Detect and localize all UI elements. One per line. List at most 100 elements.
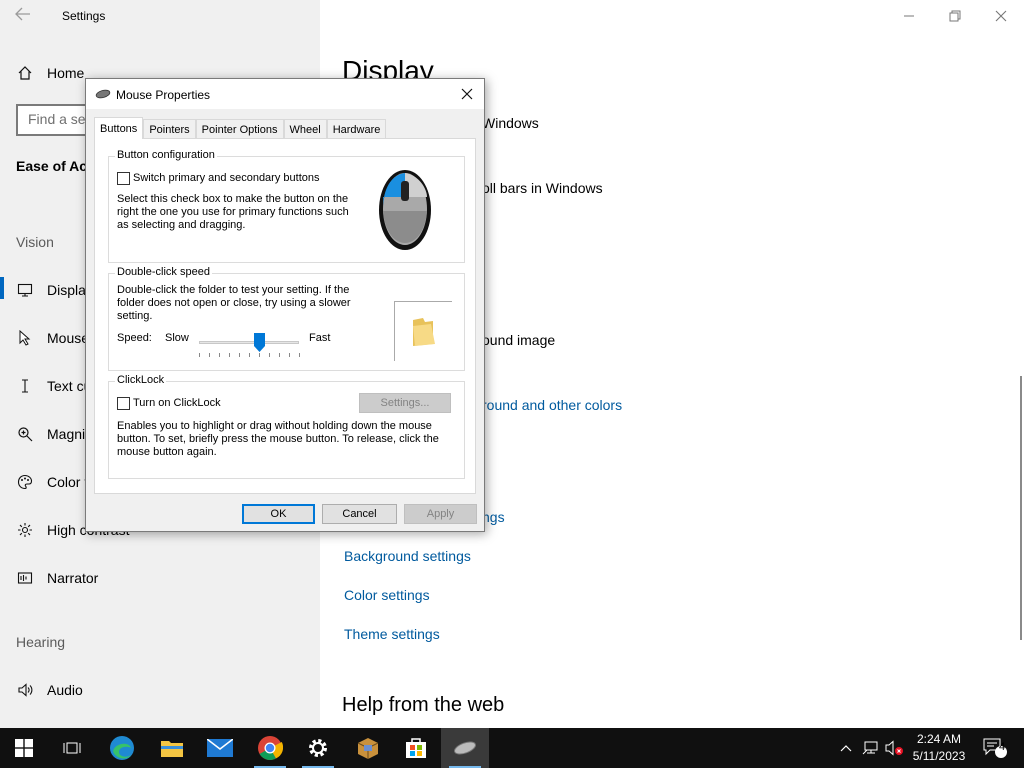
slider-tick	[209, 353, 210, 357]
apply-button[interactable]: Apply	[404, 504, 477, 524]
tab-pointer-options[interactable]: Pointer Options	[195, 119, 284, 139]
sidebar-item-display[interactable]: Display	[16, 281, 93, 299]
switch-buttons-label[interactable]: Switch primary and secondary buttons	[133, 172, 319, 185]
sidebar-item-narrator[interactable]: Narrator	[16, 569, 98, 587]
main-text-3: ound image	[482, 332, 556, 348]
folder-icon	[413, 318, 435, 346]
high-contrast-icon	[16, 521, 34, 539]
link-background-settings[interactable]: Background settings	[344, 548, 471, 564]
app-taskbar-button[interactable]	[344, 728, 392, 768]
back-arrow-icon[interactable]	[14, 5, 34, 27]
chrome-taskbar-button[interactable]	[246, 728, 294, 768]
taskbar-clock[interactable]: 2:24 AM 5/11/2023	[906, 731, 972, 765]
dialog-titlebar[interactable]: Mouse Properties	[86, 79, 484, 109]
windows-logo-icon	[15, 739, 33, 757]
section-vision: Vision	[16, 234, 54, 250]
close-icon	[995, 10, 1007, 22]
double-click-desc-1: Double-click the folder to test your set…	[117, 284, 350, 296]
notification-count: 4	[998, 741, 1006, 753]
network-icon	[862, 741, 878, 755]
double-click-desc-3: setting.	[117, 310, 153, 322]
double-click-desc-2: folder does not open or close, try using…	[117, 297, 351, 309]
network-button[interactable]	[860, 728, 882, 768]
clicklock-checkbox[interactable]	[117, 397, 130, 410]
tab-wheel[interactable]: Wheel	[283, 119, 327, 139]
tab-buttons[interactable]: Buttons	[94, 117, 144, 139]
notifications-button[interactable]: 4	[980, 728, 1010, 768]
test-folder-area[interactable]	[394, 301, 452, 361]
fast-label: Fast	[309, 332, 331, 344]
sidebar-item-label: Home	[47, 65, 85, 81]
scrollbar[interactable]	[1020, 376, 1022, 640]
mail-taskbar-button[interactable]	[196, 728, 244, 768]
main-link-partial-2[interactable]: ngs	[482, 509, 505, 525]
group-title: Button configuration	[115, 149, 217, 161]
slider-tick	[249, 353, 250, 357]
clock-date: 5/11/2023	[912, 749, 966, 763]
link-color-settings[interactable]: Color settings	[344, 587, 430, 603]
slider-tick	[299, 353, 300, 357]
settings-taskbar-button[interactable]	[294, 728, 342, 768]
magnifier-icon	[16, 425, 34, 443]
sidebar-item-home[interactable]: Home	[16, 64, 84, 82]
clicklock-settings-button[interactable]: Settings...	[359, 393, 451, 413]
cancel-button[interactable]: Cancel	[322, 504, 397, 524]
speed-slider-thumb[interactable]	[253, 333, 265, 352]
close-icon	[461, 88, 473, 100]
clicklock-label[interactable]: Turn on ClickLock	[133, 397, 221, 410]
restore-button[interactable]	[932, 4, 978, 28]
mouse-properties-taskbar-button[interactable]	[441, 728, 489, 768]
file-explorer-taskbar-button[interactable]	[148, 728, 196, 768]
minimize-icon	[904, 15, 914, 17]
start-button[interactable]	[0, 728, 48, 768]
gear-icon	[309, 739, 327, 757]
color-filters-icon	[16, 473, 34, 491]
tab-pointers[interactable]: Pointers	[143, 119, 196, 139]
dialog-title: Mouse Properties	[116, 88, 211, 102]
slider-tick	[289, 353, 290, 357]
dialog-close-button[interactable]	[454, 82, 480, 106]
selection-indicator	[0, 277, 4, 299]
app-title: Settings	[62, 9, 106, 23]
section-hearing: Hearing	[16, 634, 66, 650]
link-theme-settings[interactable]: Theme settings	[344, 626, 440, 642]
tab-strip: Buttons Pointers Pointer Options Wheel H…	[94, 117, 387, 139]
store-taskbar-button[interactable]	[392, 728, 440, 768]
sidebar-item-audio[interactable]: Audio	[16, 681, 83, 699]
home-icon	[16, 64, 34, 82]
chrome-icon	[258, 736, 283, 761]
clicklock-desc-2: button. To set, briefly press the mouse …	[117, 433, 439, 445]
slider-tick	[219, 353, 220, 357]
volume-button[interactable]	[884, 728, 906, 768]
slow-label: Slow	[165, 332, 189, 344]
speed-slider-track[interactable]	[199, 341, 299, 344]
show-hidden-icons-button[interactable]	[836, 728, 856, 768]
mail-icon	[207, 739, 233, 757]
button-config-desc-1: Select this check box to make the button…	[117, 193, 349, 205]
slider-tick	[269, 353, 270, 357]
slider-tick	[259, 353, 260, 357]
volume-muted-icon	[885, 740, 903, 756]
restore-icon	[949, 10, 961, 22]
main-link-partial-1[interactable]: round and other colors	[482, 397, 622, 413]
close-window-button[interactable]	[978, 4, 1024, 28]
ok-button[interactable]: OK	[242, 504, 315, 524]
taskbar: 2:24 AM 5/11/2023 4	[0, 728, 1024, 768]
edge-taskbar-button[interactable]	[98, 728, 146, 768]
help-title: Help from the web	[342, 694, 505, 716]
sidebar-item-label: Narrator	[47, 570, 99, 586]
slider-tick	[239, 353, 240, 357]
mouse-icon	[95, 89, 111, 99]
speed-label: Speed:	[117, 332, 152, 344]
task-view-button[interactable]	[48, 728, 96, 768]
minimize-button[interactable]	[886, 4, 932, 28]
clicklock-desc-1: Enables you to highlight or drag without…	[117, 420, 432, 432]
tab-hardware[interactable]: Hardware	[326, 119, 387, 139]
edge-icon	[110, 736, 134, 760]
main-text-1: Windows	[482, 115, 539, 131]
switch-buttons-checkbox[interactable]	[117, 172, 130, 185]
store-icon	[406, 738, 426, 758]
folder-icon	[161, 741, 183, 757]
slider-tick	[229, 353, 230, 357]
task-view-icon	[63, 742, 81, 754]
